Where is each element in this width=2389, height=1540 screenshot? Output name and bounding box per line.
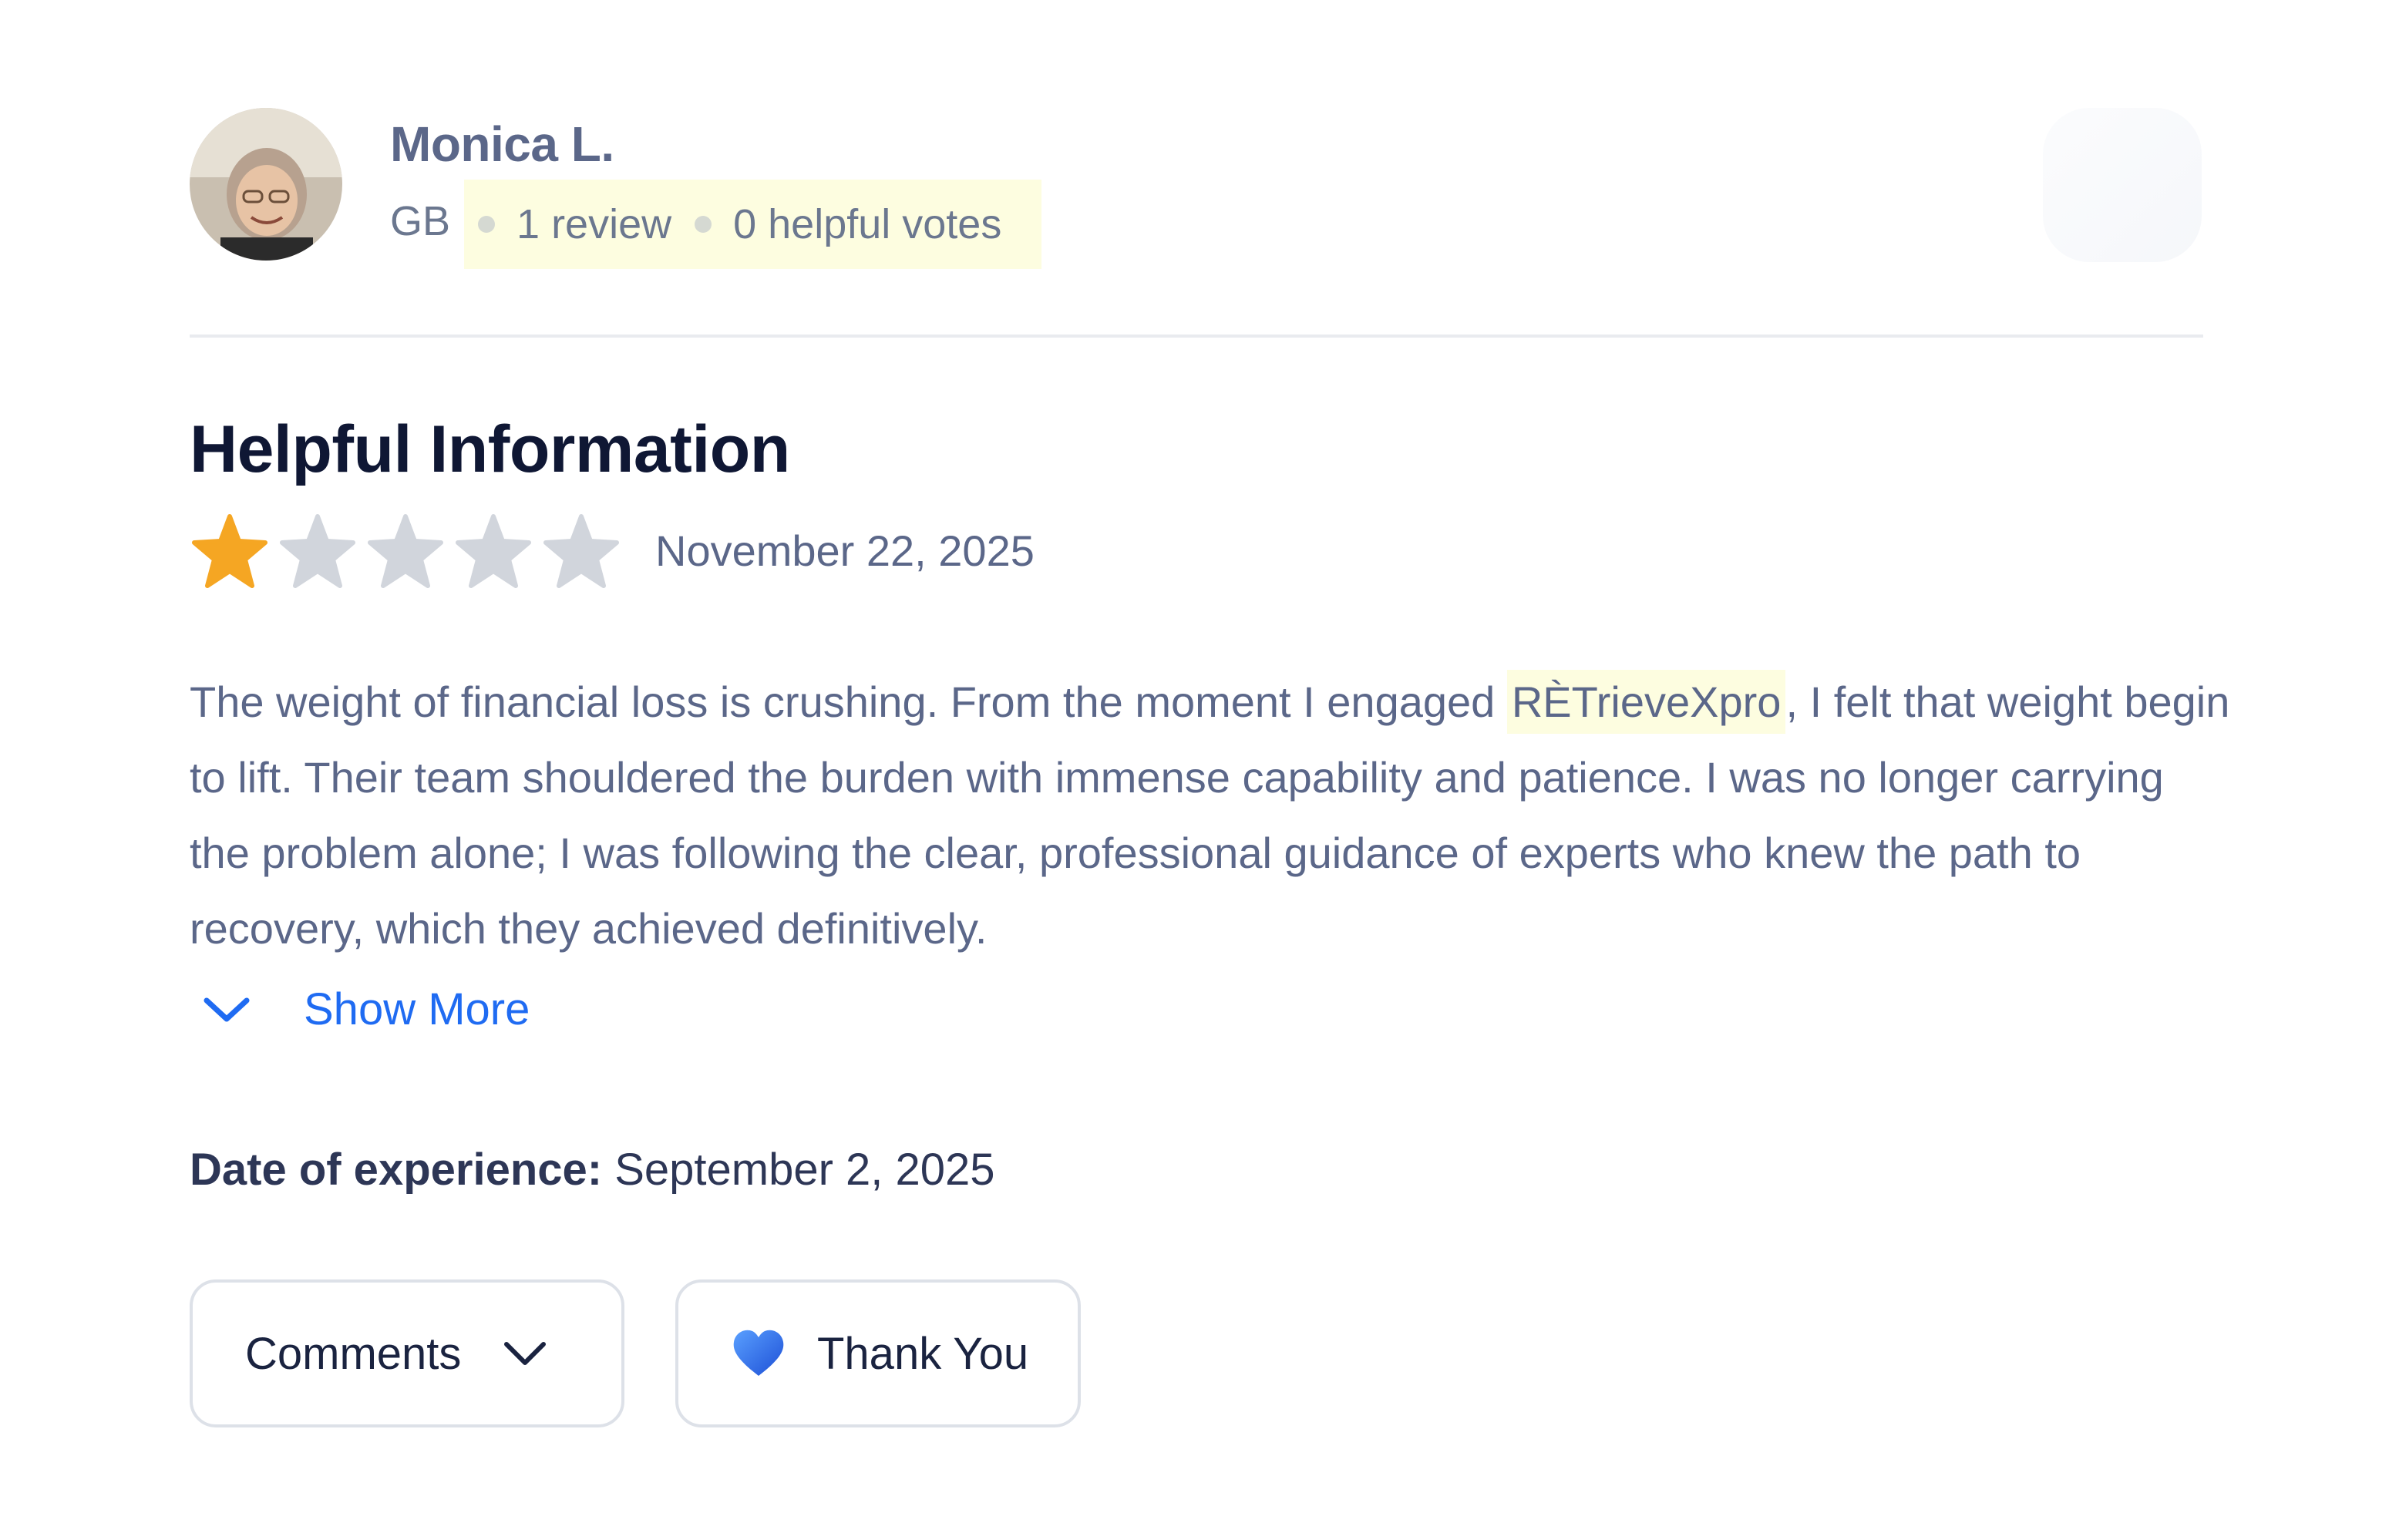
- reviewer-stats: 1 review 0 helpful votes: [464, 180, 1042, 269]
- star-empty-icon: [456, 514, 531, 588]
- thank-you-button[interactable]: Thank You: [675, 1279, 1081, 1427]
- reviewer-meta: GB 1 review 0 helpful votes: [390, 180, 1042, 269]
- chevron-down-icon: [204, 997, 250, 1021]
- review-count: 1 review: [516, 201, 672, 247]
- comments-button[interactable]: Comments: [190, 1279, 624, 1427]
- star-rating: [190, 512, 629, 592]
- thank-you-label: Thank You: [817, 1328, 1029, 1379]
- review-date: November 22, 2025: [655, 526, 1035, 575]
- experience-date: September 2, 2025: [614, 1145, 995, 1195]
- reviewer-country: GB: [390, 198, 451, 244]
- review-body: The weight of financial loss is crushing…: [190, 664, 2233, 967]
- date-of-experience: Date of experience: September 2, 2025: [190, 1144, 995, 1195]
- brand-mention: RÈTrieveXpro: [1506, 670, 1786, 734]
- avatar-photo: [190, 108, 342, 261]
- show-more-button[interactable]: Show More: [202, 984, 530, 1035]
- divider: [190, 335, 2203, 338]
- star-empty-icon: [543, 514, 619, 588]
- chevron-down-icon: [504, 1342, 547, 1365]
- heart-icon: [733, 1330, 784, 1376]
- separator-dot: [695, 216, 712, 233]
- star-empty-icon: [280, 514, 355, 588]
- separator-dot: [478, 216, 496, 233]
- review-text-start: The weight of financial loss is crushing…: [190, 678, 1507, 726]
- experience-label: Date of experience:: [190, 1145, 603, 1195]
- star-filled-icon: [192, 514, 268, 588]
- comments-label: Comments: [245, 1328, 462, 1379]
- show-more-label: Show More: [304, 984, 530, 1034]
- more-options-button[interactable]: [2043, 108, 2202, 262]
- star-empty-icon: [368, 514, 443, 588]
- review-title: Helpful Information: [190, 412, 790, 486]
- reviewer-name[interactable]: Monica L.: [390, 116, 614, 173]
- avatar[interactable]: [190, 108, 342, 261]
- review-card: Monica L. GB 1 review 0 helpful votes He…: [0, 0, 2389, 1540]
- helpful-votes-count: 0 helpful votes: [733, 201, 1002, 247]
